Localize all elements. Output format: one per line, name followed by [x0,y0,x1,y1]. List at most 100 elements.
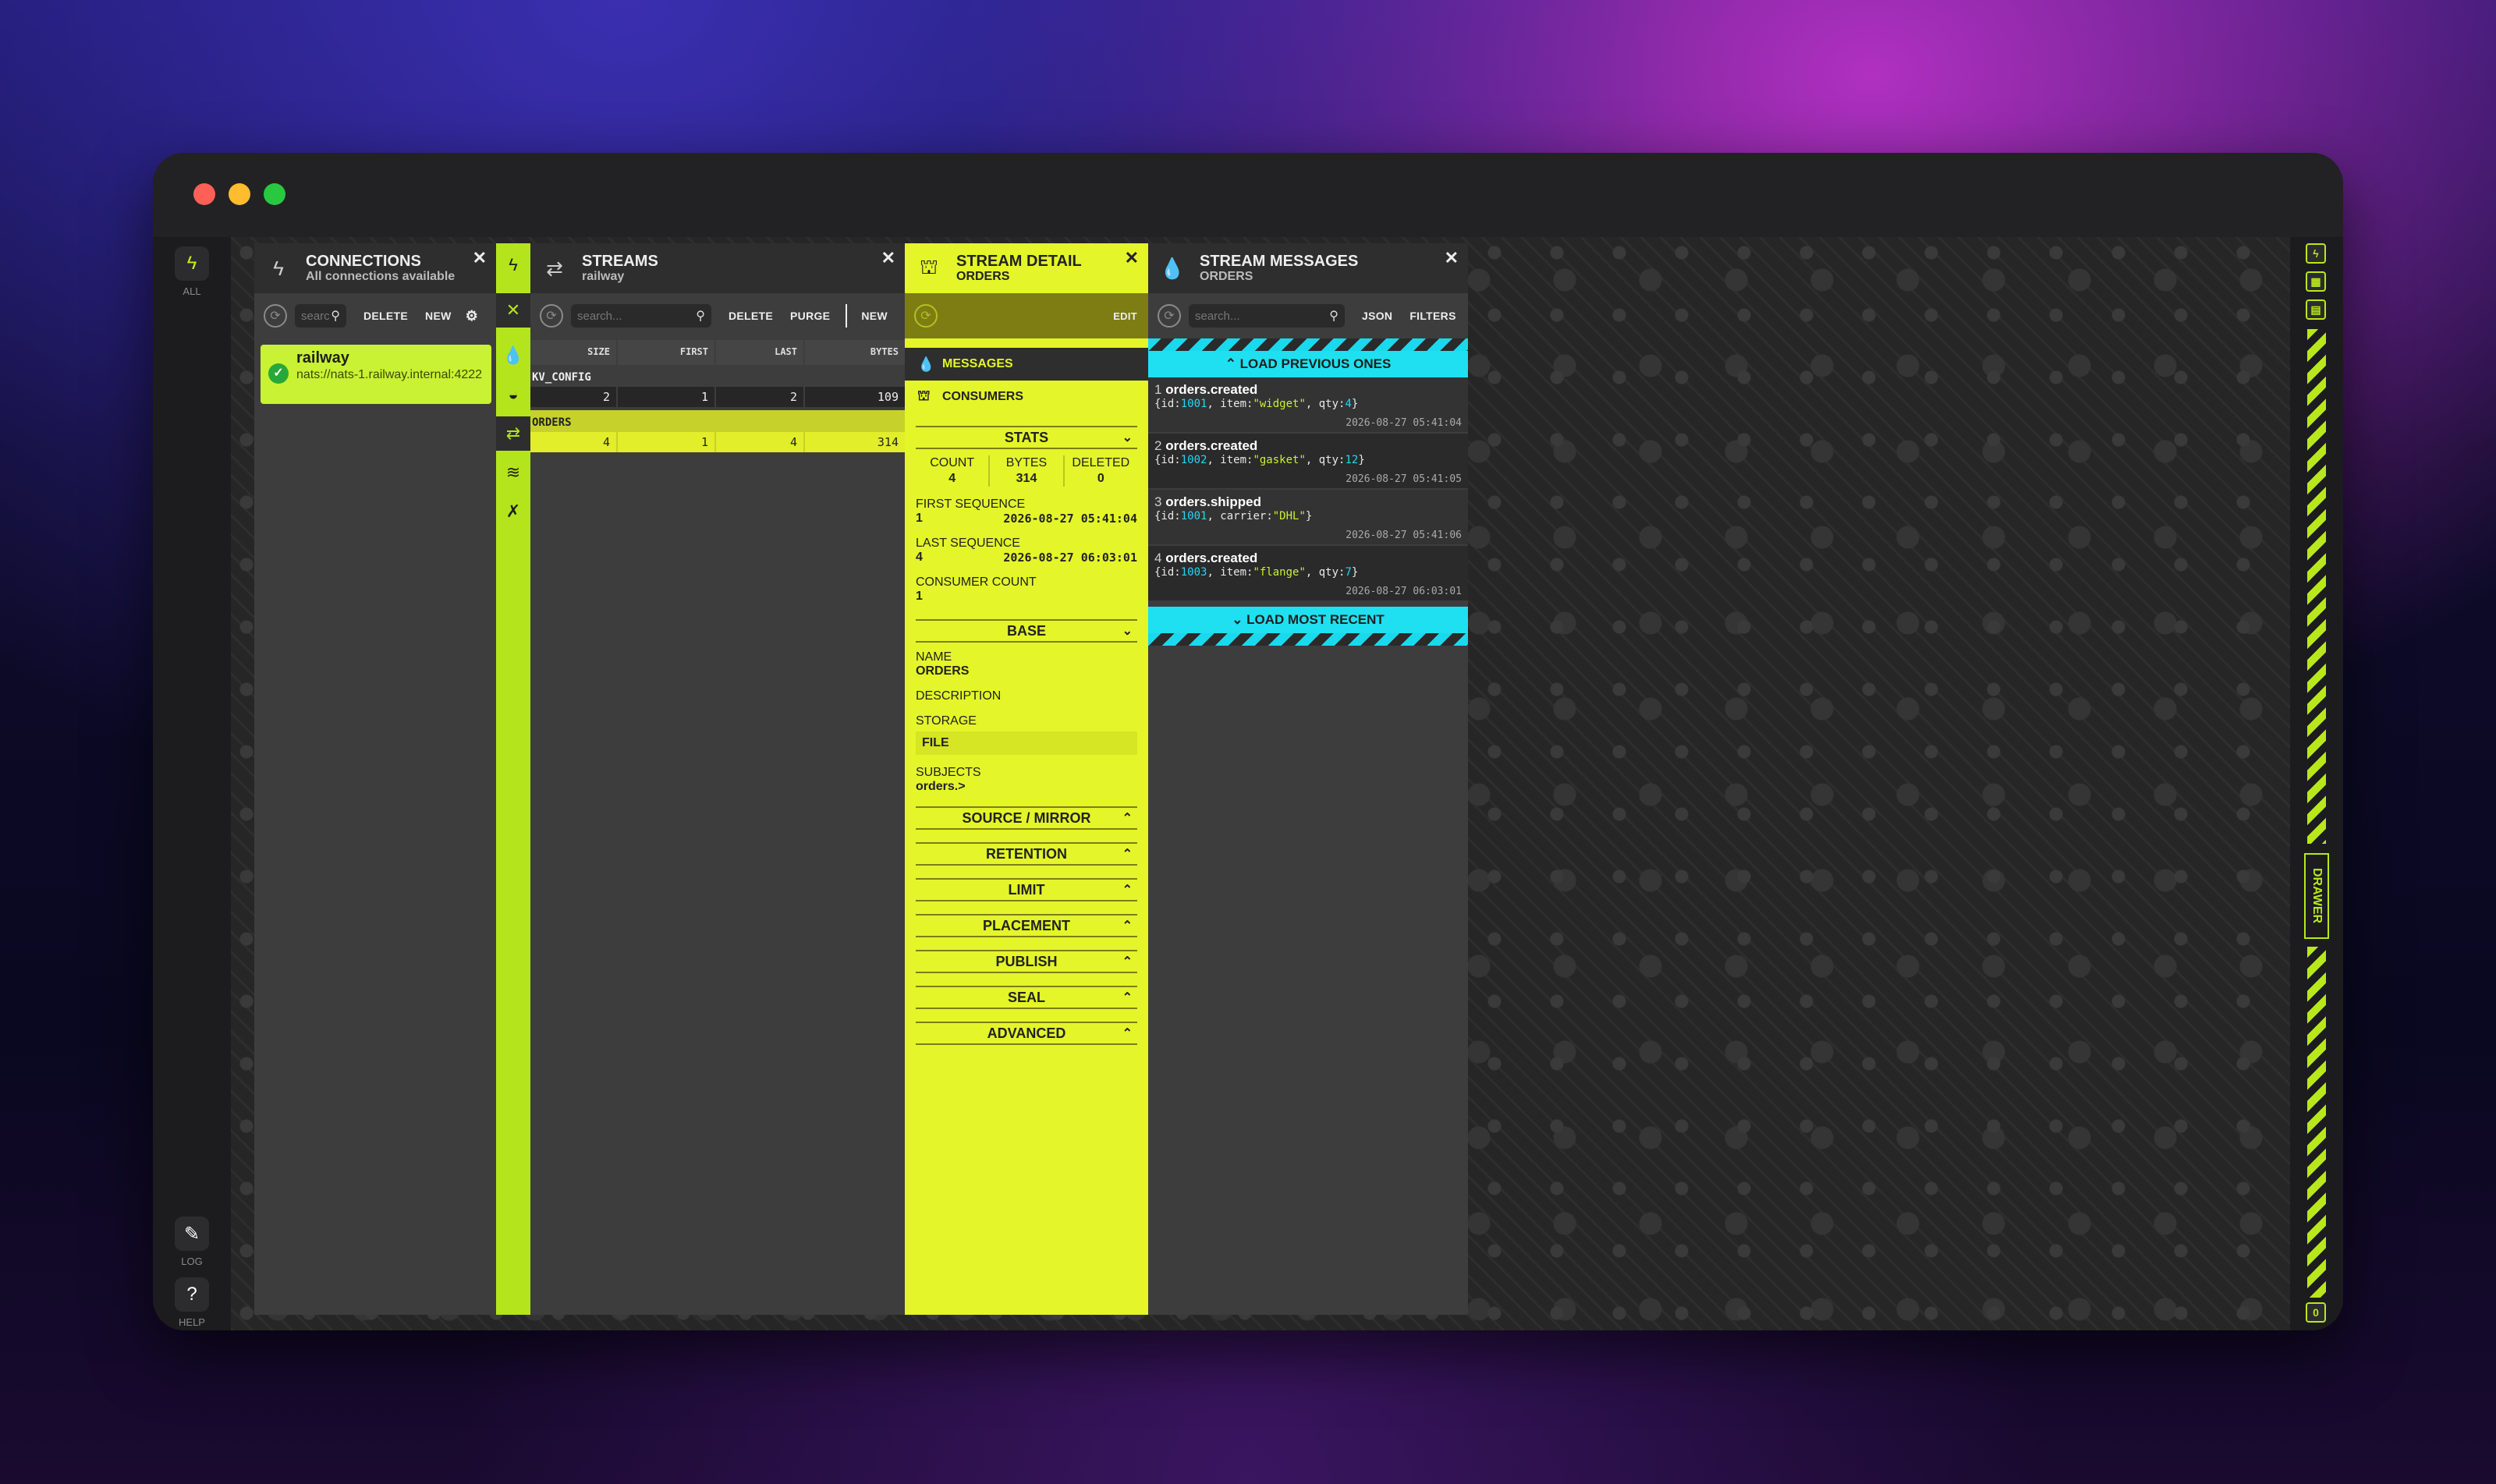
panel-icon[interactable]: ▦ [2306,271,2326,292]
connection-url: nats://nats-1.railway.internal:4222 [296,368,483,381]
shuffle-icon[interactable]: ✗ [496,494,530,529]
storage-value[interactable]: FILE [916,731,1137,755]
hatch-stripe [1148,633,1468,646]
message-seq: 4 [1154,551,1162,565]
refresh-icon[interactable]: ⟳ [1158,304,1181,328]
lightning-icon[interactable]: ϟ [496,248,530,282]
search-input[interactable]: search... ⚲ [571,304,711,328]
stream-name[interactable]: KV_CONFIG [530,365,905,387]
stream-detail-panel: ⛫ STREAM DETAIL ORDERS ✕ ⟳ EDIT 💧 MESSAG… [905,243,1148,1315]
search-icon: ⚲ [1329,310,1338,323]
drawer-counter[interactable]: 0 [2306,1302,2326,1323]
close-icon[interactable]: ✕ [1445,248,1459,268]
close-icon[interactable]: ✕ [1125,248,1139,268]
database-icon[interactable]: ≋ [496,455,530,490]
limit-section-header[interactable]: LIMIT ⌃ [916,878,1137,901]
message-item[interactable]: 3 orders.shipped {id:1001, carrier:"DHL"… [1148,490,1468,546]
section-title: BASE [1006,622,1046,639]
refresh-icon[interactable]: ⟳ [264,304,287,328]
base-section-header[interactable]: BASE ⌄ [916,619,1137,643]
connection-item[interactable]: ✓ railway nats://nats-1.railway.internal… [261,345,491,404]
lightning-icon: ϟ [273,256,284,280]
close-window-button[interactable] [193,183,215,205]
drawer-toggle[interactable]: DRAWER [2304,853,2329,939]
bucket-icon[interactable]: ◒ [496,377,530,412]
delete-button[interactable]: DELETE [363,310,408,322]
publish-section-header[interactable]: PUBLISH ⌃ [916,950,1137,973]
stream-messages-panel: 💧 STREAM MESSAGES ORDERS ✕ ⟳ search... ⚲… [1148,243,1468,1315]
field-value: ORDERS [916,664,970,678]
streams-icon[interactable]: ⇄ [496,416,530,451]
message-item[interactable]: 2 orders.created {id:1002, item:"gasket"… [1148,434,1468,490]
load-previous-label: ⌃ LOAD PREVIOUS ONES [1148,351,1468,377]
close-icon[interactable]: ✕ [496,293,530,328]
log-button[interactable]: ✎ LOG [153,1217,231,1267]
new-button[interactable]: NEW [425,310,452,322]
drawer-label: DRAWER [2310,868,2324,924]
search-input[interactable]: search... ⚲ [295,304,346,328]
close-icon[interactable]: ✕ [473,248,487,268]
search-input[interactable]: search... ⚲ [1189,304,1345,328]
edit-button[interactable]: EDIT [1113,310,1137,322]
message-item[interactable]: 4 orders.created {id:1003, item:"flange"… [1148,546,1468,602]
streams-panel: ⇄ STREAMS railway ✕ ⟳ search... ⚲ DELETE… [530,243,905,1315]
filters-button[interactable]: FILTERS [1409,310,1455,322]
section-title: LIMIT [1008,881,1045,898]
window-icon[interactable]: ▤ [2306,299,2326,320]
load-recent-button[interactable]: ⌄ LOAD MOST RECENT [1148,607,1468,646]
log-label: LOG [181,1256,203,1267]
message-subject: orders.created [1165,438,1258,453]
refresh-icon[interactable]: ⟳ [914,304,938,328]
new-button[interactable]: NEW [861,310,888,322]
stat-value: 4 [948,472,956,485]
retention-section-header[interactable]: RETENTION ⌃ [916,842,1137,866]
consumers-icon: ⛫ [917,388,931,403]
storage-field: STORAGE FILE [916,714,1137,755]
column-header-size[interactable]: SIZE [530,340,618,365]
column-header-first[interactable]: FIRST [618,340,716,365]
stream-name[interactable]: ORDERS [530,410,905,432]
gear-icon[interactable]: ⚙ [466,308,478,324]
chevron-up-icon: ⌃ [1122,1027,1133,1040]
field-label: NAME [916,650,952,664]
json-button[interactable]: JSON [1362,310,1392,322]
menu-label: MESSAGES [942,357,1013,370]
zoom-window-button[interactable] [264,183,285,205]
help-button[interactable]: ? HELP [153,1277,231,1328]
message-item[interactable]: 1 orders.created {id:1001, item:"widget"… [1148,377,1468,434]
seal-section-header[interactable]: SEAL ⌃ [916,986,1137,1009]
card-desk: ϟ CONNECTIONS All connections available … [231,237,2290,1330]
message-timestamp: 2026-08-27 05:41:04 [1346,417,1462,429]
minimize-window-button[interactable] [229,183,250,205]
table-row[interactable]: 2 1 2 109 [530,387,905,407]
streams-header: ⇄ STREAMS railway ✕ [530,243,905,293]
message-body: {id:1001, item:"widget", qty:4} [1154,398,1359,410]
field-value: 1 [916,512,923,525]
source-mirror-section-header[interactable]: SOURCE / MIRROR ⌃ [916,806,1137,830]
section-title: SOURCE / MIRROR [962,809,1091,826]
lightning-icon[interactable]: ϟ [2306,243,2326,264]
panel-title: CONNECTIONS [306,253,421,270]
all-cards-button[interactable]: ϟ ALL [153,246,231,297]
messages-menu-item[interactable]: 💧 MESSAGES [905,348,1148,381]
refresh-icon[interactable]: ⟳ [540,304,563,328]
section-title: PLACEMENT [983,917,1070,933]
consumers-menu-item[interactable]: ⛫ CONSUMERS [905,381,1148,413]
advanced-section-header[interactable]: ADVANCED ⌃ [916,1022,1137,1045]
column-header-last[interactable]: LAST [716,340,805,365]
message-body: {id:1001, carrier:"DHL"} [1154,510,1313,522]
panel-subtitle: ORDERS [1200,270,1253,283]
column-header-bytes[interactable]: BYTES [805,340,905,365]
hatch-stripe [1148,338,1468,351]
message-subject: orders.shipped [1165,494,1262,509]
stats-section-header[interactable]: STATS ⌄ [916,426,1137,449]
purge-button[interactable]: PURGE [790,310,830,322]
load-previous-button[interactable]: ⌃ LOAD PREVIOUS ONES [1148,338,1468,377]
delete-button[interactable]: DELETE [729,310,773,322]
placement-section-header[interactable]: PLACEMENT ⌃ [916,914,1137,937]
table-row-selected[interactable]: 4 1 4 314 [530,432,905,452]
close-icon[interactable]: ✕ [881,248,895,268]
panel-title: STREAMS [582,253,658,270]
drop-icon[interactable]: 💧 [496,338,530,373]
app-window: ϟ ALL ✎ LOG ? HELP ϟ CONNECTIONS All con… [153,153,2343,1330]
